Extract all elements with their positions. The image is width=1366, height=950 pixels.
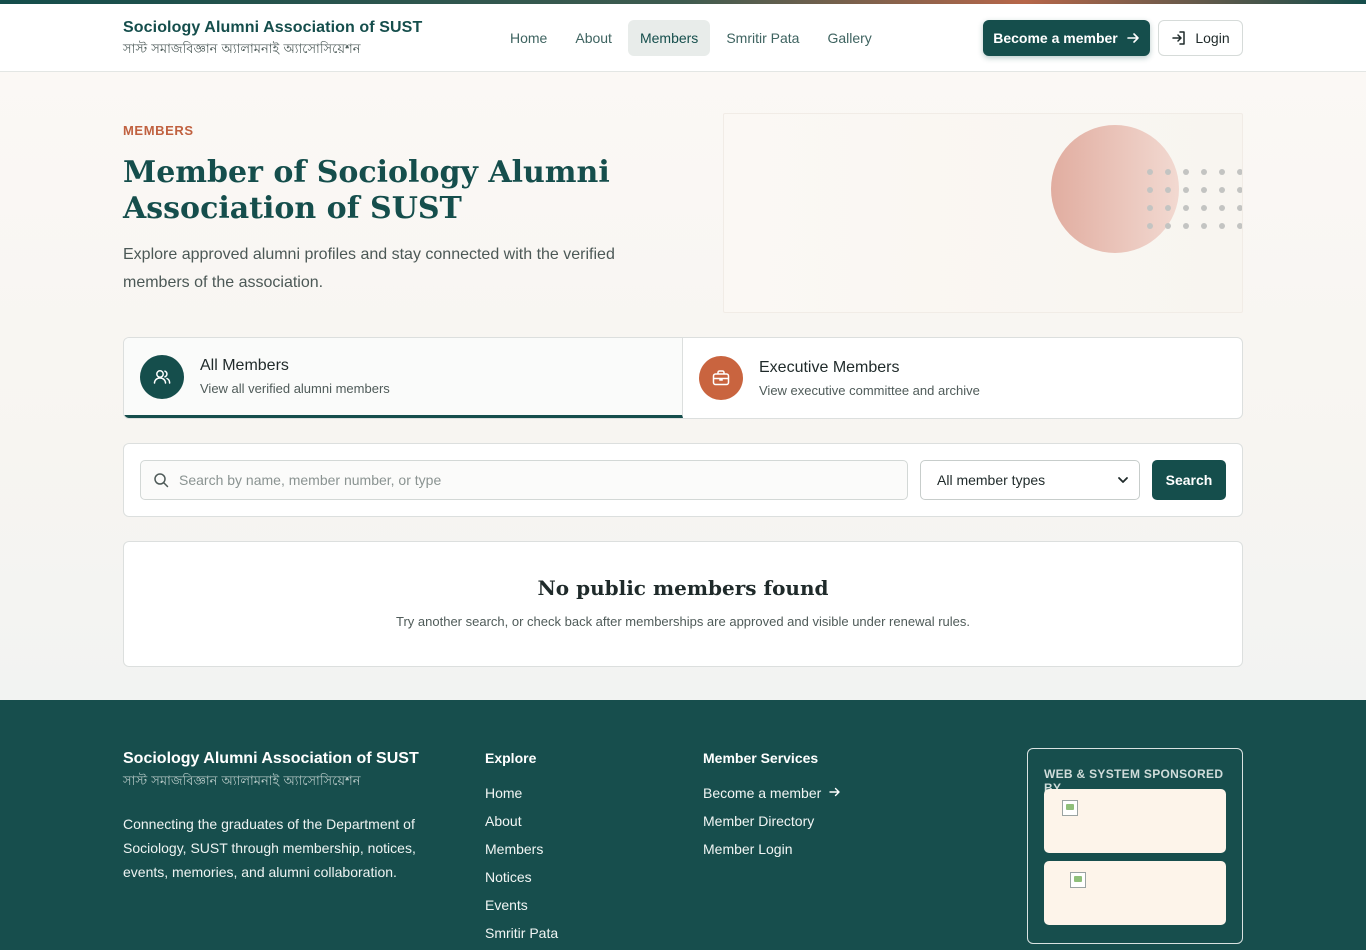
search-input[interactable]	[179, 472, 879, 488]
footer-description: Connecting the graduates of the Departme…	[123, 816, 416, 880]
search-icon	[154, 473, 169, 488]
empty-state-text: Try another search, or check back after …	[396, 614, 970, 629]
become-member-button[interactable]: Become a member	[983, 20, 1150, 56]
arrow-right-icon	[829, 787, 840, 797]
section-eyebrow: MEMBERS	[123, 123, 194, 138]
search-button[interactable]: Search	[1152, 460, 1226, 500]
footer-brand-subtitle: সাস্ট সমাজবিজ্ঞান অ্যালামনাই অ্যাসোসিয়ে…	[123, 774, 361, 789]
sponsor-logo-1[interactable]	[1044, 789, 1226, 853]
nav-gallery[interactable]: Gallery	[815, 20, 883, 56]
brand-subtitle: সাস্ট সমাজবিজ্ঞান অ্যালামনাই অ্যাসোসিয়ে…	[123, 42, 361, 57]
brand-title: Sociology Alumni Association of SUST	[123, 19, 423, 36]
site-footer: Sociology Alumni Association of SUST সাস…	[0, 700, 1366, 950]
footer-link-home[interactable]: Home	[485, 785, 558, 813]
footer-link-events[interactable]: Events	[485, 897, 558, 925]
nav-about[interactable]: About	[563, 20, 624, 56]
tab-executive-members[interactable]: Executive Members View executive committ…	[683, 338, 1242, 418]
footer-explore: Explore Home About Members Notices Event…	[485, 750, 558, 950]
main-nav: Home About Members Smritir Pata Gallery	[498, 20, 884, 56]
arrow-right-icon	[1126, 33, 1139, 43]
footer-link-smritir-pata[interactable]: Smritir Pata	[485, 925, 558, 950]
login-icon	[1172, 31, 1186, 45]
tab-title: All Members	[200, 357, 289, 374]
member-type-selected: All member types	[937, 472, 1046, 488]
broken-image-icon	[1062, 800, 1078, 816]
footer-explore-title: Explore	[485, 750, 537, 766]
hero-illustration	[723, 113, 1243, 313]
page-description: Explore approved alumni profiles and sta…	[123, 246, 615, 291]
member-tabs: All Members View all verified alumni mem…	[123, 337, 1243, 419]
empty-state: No public members found Try another sear…	[123, 541, 1243, 667]
member-type-select[interactable]: All member types	[920, 460, 1140, 500]
footer-link-label: Become a member	[703, 785, 822, 801]
footer-member-services: Member Services Become a member Member D…	[703, 750, 841, 869]
tab-subtitle: View all verified alumni members	[200, 381, 390, 396]
sponsor-logo-2[interactable]	[1044, 861, 1226, 925]
brand[interactable]: Sociology Alumni Association of SUST সাস…	[123, 19, 422, 61]
broken-image-icon	[1070, 872, 1086, 888]
footer-link-about[interactable]: About	[485, 813, 558, 841]
chevron-down-icon	[1118, 477, 1128, 483]
nav-members[interactable]: Members	[627, 20, 711, 56]
footer-link-notices[interactable]: Notices	[485, 869, 558, 897]
tab-subtitle: View executive committee and archive	[759, 382, 980, 398]
page-title: Member of Sociology Alumni Association o…	[123, 155, 610, 226]
tab-title: Executive Members	[759, 358, 900, 376]
footer-link-become-member[interactable]: Become a member	[703, 785, 841, 813]
footer-link-member-login[interactable]: Member Login	[703, 841, 841, 869]
nav-home[interactable]: Home	[498, 20, 559, 56]
footer-brand-title: Sociology Alumni Association of SUST	[123, 750, 419, 767]
nav-smritir-pata[interactable]: Smritir Pata	[714, 20, 811, 56]
login-button[interactable]: Login	[1158, 20, 1243, 56]
empty-state-title: No public members found	[537, 576, 829, 600]
search-field[interactable]	[140, 460, 908, 500]
footer-brand: Sociology Alumni Association of SUST সাস…	[123, 750, 419, 793]
footer-link-member-directory[interactable]: Member Directory	[703, 813, 841, 841]
tab-all-members[interactable]: All Members View all verified alumni mem…	[124, 338, 683, 418]
briefcase-icon	[699, 356, 743, 400]
login-label: Login	[1195, 30, 1230, 46]
site-header: Sociology Alumni Association of SUST সাস…	[0, 4, 1366, 72]
users-icon	[140, 354, 184, 399]
become-member-label: Become a member	[993, 30, 1118, 46]
footer-services-title: Member Services	[703, 750, 819, 766]
sponsor-panel: WEB & SYSTEM SPONSORED BY	[1027, 748, 1243, 944]
search-panel: All member types Search	[123, 443, 1243, 517]
dot-grid-decoration	[1147, 169, 1242, 229]
footer-link-members[interactable]: Members	[485, 841, 558, 869]
